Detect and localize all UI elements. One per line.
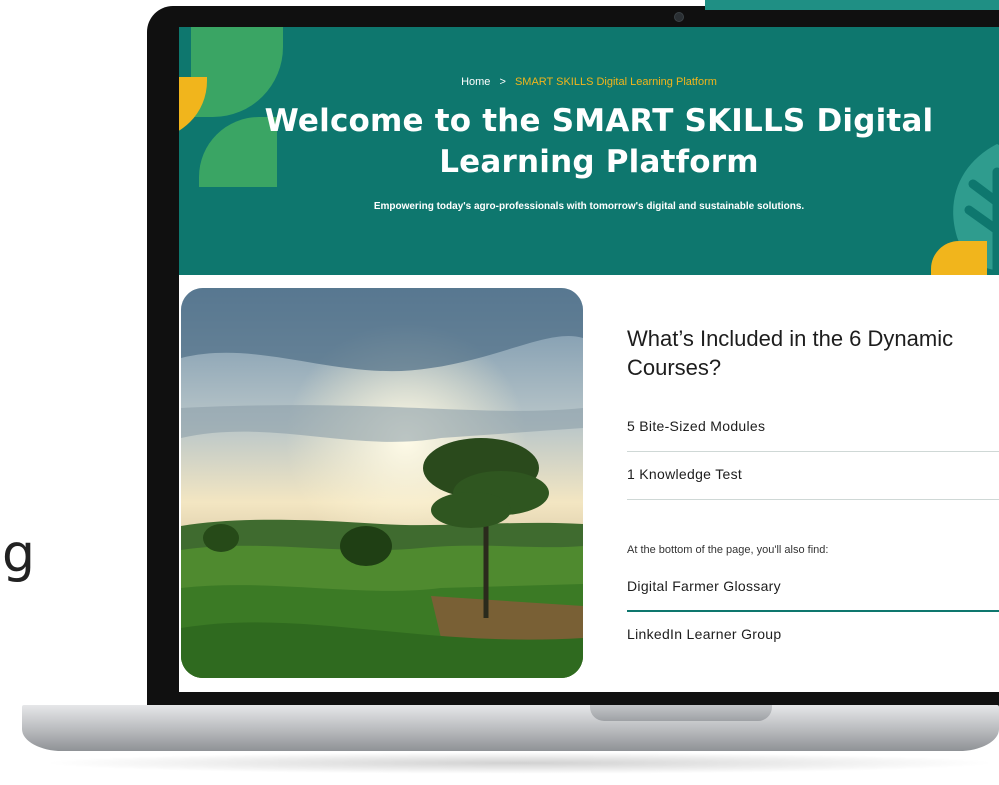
laptop-notch <box>590 705 772 721</box>
page-subtitle: Empowering today's agro-professionals wi… <box>373 201 805 212</box>
page-title: Welcome to the SMART SKILLS Digital Lear… <box>264 103 934 180</box>
hero-banner: Home > SMART SKILLS Digital Learning Pla… <box>179 27 999 275</box>
camera-icon <box>674 12 684 22</box>
breadcrumb: Home > SMART SKILLS Digital Learning Pla… <box>179 76 999 88</box>
landscape-photo <box>181 288 583 678</box>
laptop-base <box>22 705 999 751</box>
bezel-highlight <box>705 0 999 10</box>
list-item-glossary[interactable]: Digital Farmer Glossary <box>627 564 999 612</box>
laptop-shadow <box>40 752 999 774</box>
laptop-screen: Home > SMART SKILLS Digital Learning Pla… <box>179 27 999 692</box>
breadcrumb-current: SMART SKILLS Digital Learning Platform <box>514 76 717 88</box>
list-item-knowledge-test[interactable]: 1 Knowledge Test <box>627 452 999 500</box>
breadcrumb-home-link[interactable]: Home <box>461 76 490 88</box>
extras-note: At the bottom of the page, you'll also f… <box>627 544 829 556</box>
breadcrumb-separator: > <box>499 76 506 88</box>
background-fragment-text: g <box>2 524 36 584</box>
list-item-linkedin-group[interactable]: LinkedIn Learner Group <box>627 612 999 660</box>
courses-heading: What’s Included in the 6 Dynamic Courses… <box>627 326 954 380</box>
list-item-modules[interactable]: 5 Bite-Sized Modules <box>627 404 999 452</box>
